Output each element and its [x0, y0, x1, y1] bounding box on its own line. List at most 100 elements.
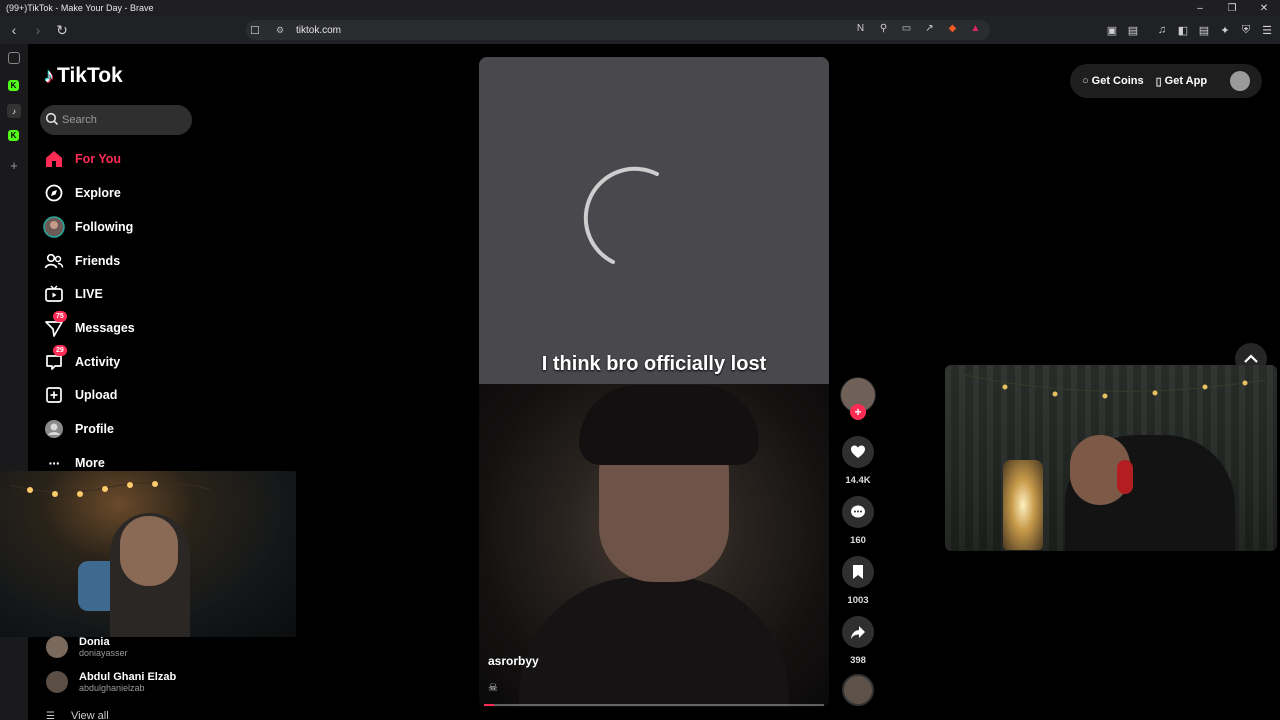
- nav-live[interactable]: LIVE: [42, 281, 103, 307]
- string-lights-decoration: [10, 481, 210, 497]
- extensions-icon[interactable]: ▣: [1104, 20, 1120, 40]
- share-arrow-icon: [851, 626, 865, 639]
- comment-icon: [851, 505, 865, 518]
- url-text[interactable]: tiktok.com: [296, 25, 341, 36]
- tiktok-app-icon[interactable]: ♪: [7, 104, 21, 118]
- view-all-link[interactable]: ☰ View all: [46, 710, 109, 720]
- add-panel-icon[interactable]: +: [6, 157, 22, 173]
- account-username: abdulghanielzab: [79, 683, 145, 693]
- nav-label: More: [75, 456, 105, 470]
- get-app-button[interactable]: ▯ Get App: [1156, 75, 1207, 88]
- music-disc[interactable]: [842, 674, 874, 706]
- string-lights-decoration: [964, 374, 1266, 399]
- brave-rewards-icon[interactable]: ▲: [969, 23, 982, 34]
- media-icon[interactable]: ♫: [1154, 20, 1170, 40]
- messages-badge: 75: [53, 311, 67, 322]
- following-avatar-icon: [42, 215, 66, 239]
- kick-app-icon[interactable]: K: [8, 80, 19, 91]
- share-button[interactable]: [842, 616, 874, 648]
- video-author[interactable]: asrorbyy: [488, 654, 539, 668]
- tiktok-logo[interactable]: ♪ TikTok: [44, 64, 123, 88]
- activity-icon: 29: [42, 345, 67, 374]
- nav-explore[interactable]: Explore: [42, 180, 121, 206]
- nav-profile[interactable]: Profile: [42, 416, 114, 442]
- follow-plus-button[interactable]: +: [850, 404, 866, 420]
- close-window-button[interactable]: ✕: [1248, 0, 1280, 16]
- video-caption: I think bro officially lost: [541, 353, 767, 375]
- wallet-icon[interactable]: ▤: [1196, 20, 1212, 40]
- messages-icon: 75: [42, 311, 67, 340]
- share-count: 398: [850, 655, 866, 666]
- sidebar-panel-icon[interactable]: [8, 52, 20, 64]
- nav-messages[interactable]: 75 Messages: [42, 311, 135, 341]
- zoom-icon[interactable]: ⚲: [877, 23, 890, 34]
- headset: [1117, 460, 1133, 494]
- minimize-button[interactable]: –: [1184, 0, 1216, 16]
- video-top-frame: [479, 57, 829, 384]
- live-tv-icon: [42, 282, 66, 306]
- leo-ai-icon[interactable]: ✦: [1217, 20, 1233, 40]
- nav-label: Profile: [75, 422, 114, 436]
- nav-activity[interactable]: 29 Activity: [42, 345, 120, 375]
- search-icon: [45, 112, 59, 129]
- following-account-0[interactable]: Donia doniayasser: [46, 636, 128, 658]
- top-right-actions: ○ Get Coins ▯ Get App: [1070, 64, 1262, 98]
- following-account-1[interactable]: Abdul Ghani Elzab abdulghanielzab: [46, 671, 176, 693]
- friends-icon: [42, 249, 66, 273]
- brave-shields-icon[interactable]: ◆: [946, 23, 959, 34]
- window-title: (99+)TikTok - Make Your Day - Brave: [6, 3, 154, 13]
- account-name: Abdul Ghani Elzab: [79, 671, 177, 683]
- nav-label: LIVE: [75, 287, 103, 301]
- webcam-overlay-left: [0, 471, 296, 637]
- share-icon[interactable]: ↗: [923, 23, 936, 34]
- like-button[interactable]: [842, 436, 874, 468]
- window-titlebar: (99+)TikTok - Make Your Day - Brave – ❐ …: [0, 0, 1280, 16]
- profile-avatar-icon: [42, 417, 66, 441]
- heart-icon: [851, 445, 865, 458]
- save-button[interactable]: [842, 556, 874, 588]
- sidebar-toggle-icon[interactable]: ◧: [1175, 20, 1191, 40]
- nav-label: Explore: [75, 186, 121, 200]
- kick-app-icon-2[interactable]: K: [8, 130, 19, 141]
- activity-badge: 29: [53, 345, 67, 356]
- restore-button[interactable]: ❐: [1216, 0, 1248, 16]
- get-coins-label: Get Coins: [1091, 75, 1144, 87]
- chevron-up-icon: [1244, 354, 1258, 363]
- comment-button[interactable]: [842, 496, 874, 528]
- reader-mode-icon[interactable]: N: [854, 23, 867, 34]
- address-bar[interactable]: ☐ ⚙ tiktok.com N ⚲ ▭ ↗ ◆ ▲: [246, 20, 990, 40]
- nav-label: For You: [75, 152, 122, 166]
- nav-label: Friends: [75, 254, 121, 268]
- get-coins-button[interactable]: ○ Get Coins: [1082, 75, 1144, 87]
- like-count: 14.4K: [845, 475, 871, 486]
- video-progress-bar[interactable]: [484, 704, 824, 706]
- search-placeholder: Search: [62, 114, 97, 126]
- account-name: Donia: [79, 636, 110, 648]
- skull-icon: ☠: [488, 682, 498, 694]
- forward-button[interactable]: ›: [28, 20, 48, 40]
- nav-friends[interactable]: Friends: [42, 248, 120, 274]
- vpn-icon[interactable]: ⛨: [1238, 20, 1254, 40]
- logo-text: TikTok: [57, 64, 123, 87]
- avatar: [46, 636, 68, 658]
- nav-label: Messages: [75, 321, 135, 335]
- back-button[interactable]: ‹: [4, 20, 24, 40]
- nav-label: Upload: [75, 388, 118, 402]
- cast-icon[interactable]: ▭: [900, 23, 913, 34]
- nav-upload[interactable]: Upload: [42, 382, 117, 408]
- bookmark-icon[interactable]: ☐: [250, 24, 260, 37]
- site-info-icon[interactable]: ⚙: [276, 25, 284, 36]
- reload-button[interactable]: ↻: [52, 20, 72, 40]
- progress-fill: [484, 704, 495, 706]
- video-player[interactable]: I think bro officially lost asrorbyy ☠: [479, 57, 829, 707]
- user-avatar[interactable]: [1230, 71, 1250, 91]
- view-all-label: View all: [70, 710, 109, 720]
- tab-manager-icon[interactable]: ▤: [1125, 20, 1141, 40]
- home-icon: [42, 147, 66, 171]
- search-input[interactable]: Search: [40, 105, 192, 135]
- tiktok-note-icon: ♪: [44, 64, 54, 87]
- streamer-head: [120, 516, 178, 586]
- nav-following[interactable]: Following: [42, 214, 133, 240]
- nav-for-you[interactable]: For You: [42, 146, 121, 172]
- menu-icon[interactable]: ☰: [1259, 20, 1275, 40]
